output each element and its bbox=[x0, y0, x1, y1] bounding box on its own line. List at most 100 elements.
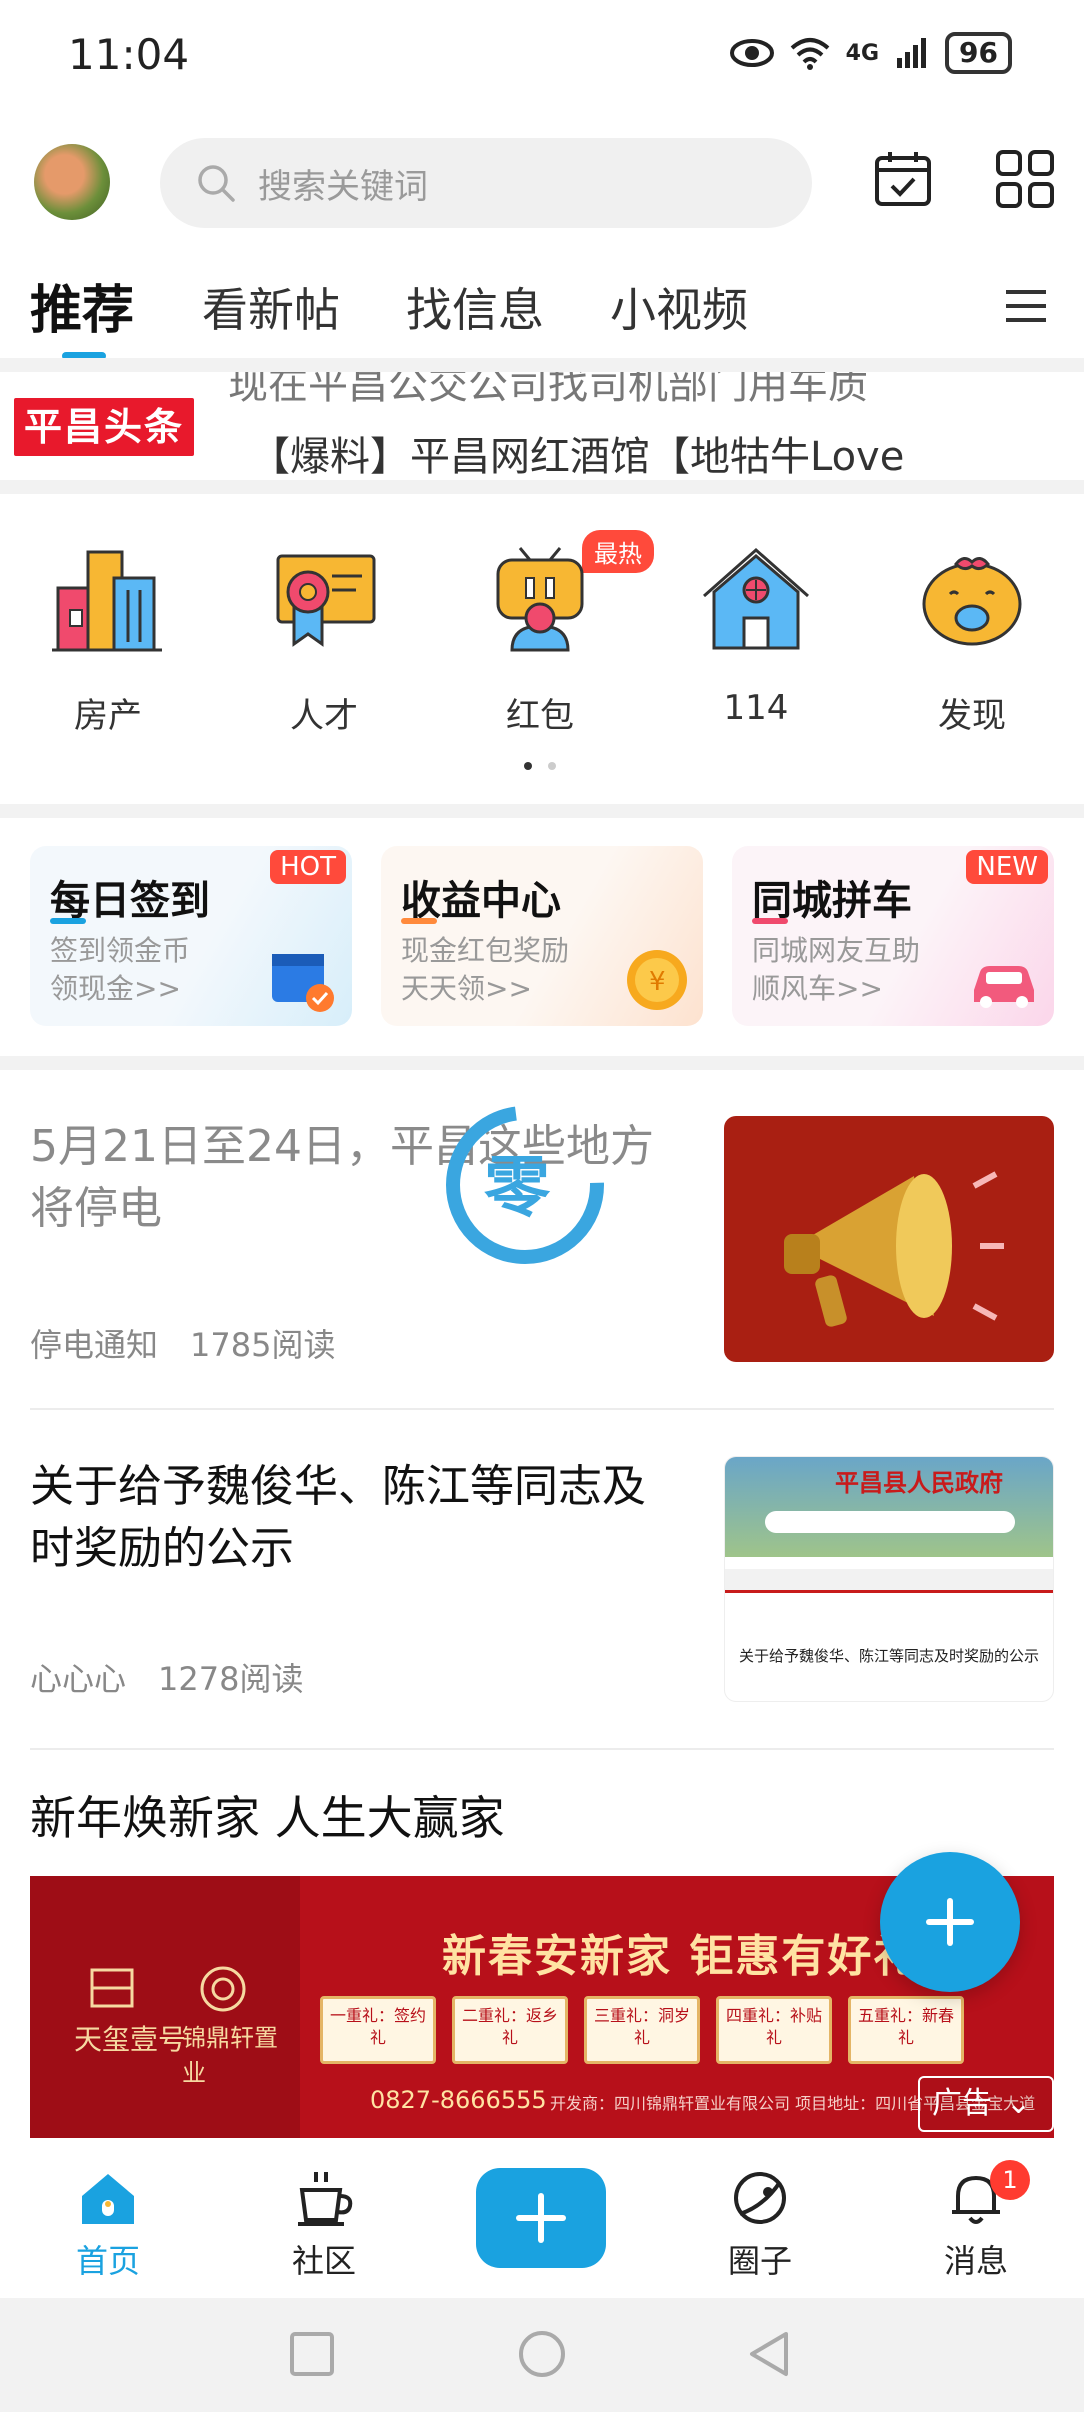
ad-gift: 五重礼：新春礼 bbox=[848, 1996, 964, 2064]
wifi-icon bbox=[790, 38, 829, 70]
ad-gift-row: 一重礼：签约礼 二重礼：返乡礼 三重礼：洞岁礼 四重礼：补贴礼 五重礼：新春礼 bbox=[320, 1996, 964, 2064]
nav-circle[interactable]: 圈子 bbox=[690, 2166, 830, 2282]
card-sub-line: 领现金>> bbox=[50, 972, 181, 1005]
card-subtitle: 现金红包奖励 天天领>> bbox=[401, 932, 621, 1008]
category-label: 红包 bbox=[506, 696, 574, 736]
signal-icon bbox=[897, 38, 927, 68]
card-sub-line: 现金红包奖励 bbox=[401, 934, 570, 967]
ticker-line[interactable]: 【爆料】平昌网红酒馆【地牯牛Love bbox=[250, 424, 904, 480]
news-source: 停电通知 bbox=[30, 1326, 159, 1364]
header: 搜索关键词 bbox=[0, 130, 1084, 240]
ad-gift: 三重礼：洞岁礼 bbox=[584, 1996, 700, 2064]
news-reads: 1278阅读 bbox=[158, 1660, 304, 1698]
nav-publish-button[interactable] bbox=[476, 2168, 606, 2268]
ad-gift: 四重礼：补贴礼 bbox=[716, 1996, 832, 2064]
pig-icon bbox=[922, 557, 1022, 646]
ad-brand-panel: 天玺壹号 锦鼎轩置业 bbox=[30, 1876, 300, 2138]
divider bbox=[0, 804, 1084, 818]
category-label: 114 bbox=[723, 688, 789, 728]
divider bbox=[0, 480, 1084, 494]
nav-label: 圈子 bbox=[727, 2242, 792, 2280]
hamburger-menu-icon[interactable] bbox=[1004, 286, 1048, 326]
home-button-icon[interactable] bbox=[514, 2326, 570, 2382]
back-icon[interactable] bbox=[742, 2326, 798, 2382]
nav-label: 消息 bbox=[943, 2242, 1008, 2280]
category-label: 人才 bbox=[290, 696, 358, 736]
ad-title[interactable]: 新年焕新家 人生大赢家 bbox=[30, 1782, 505, 1848]
unread-badge: 1 bbox=[990, 2160, 1030, 2200]
news-thumbnail[interactable]: 平昌县人民政府 关于给予魏俊华、陈江等同志及时奖励的公示 bbox=[724, 1456, 1054, 1702]
pager-dot bbox=[548, 762, 556, 770]
category-label: 发现 bbox=[938, 696, 1006, 736]
card-sub-line: 同城网友互助 bbox=[752, 934, 921, 967]
network-type: 4G bbox=[845, 40, 880, 66]
tab-find-info[interactable]: 找信息 bbox=[406, 274, 544, 340]
separator bbox=[30, 1408, 1054, 1410]
calendar-check-icon[interactable] bbox=[872, 148, 934, 210]
news-meta: 停电通知 1785阅读 bbox=[30, 1320, 335, 1366]
watermark-logo: 零 bbox=[446, 1106, 604, 1264]
news-meta: 心心心 1278阅读 bbox=[30, 1654, 303, 1700]
battery-indicator: 96 bbox=[945, 32, 1012, 74]
divider bbox=[0, 358, 1084, 372]
ad-gift: 一重礼：签约礼 bbox=[320, 1996, 436, 2064]
coin-icon: ¥ bbox=[627, 950, 687, 1010]
ad-tag-button[interactable]: 广告 ⌄ bbox=[918, 2076, 1054, 2132]
news-item[interactable]: 关于给予魏俊华、陈江等同志及时奖励的公示 心心心 1278阅读 平昌县人民政府 关… bbox=[30, 1456, 1054, 1706]
category-114[interactable]: 114 bbox=[676, 538, 836, 728]
category-real-estate[interactable]: 房产 bbox=[28, 538, 188, 737]
calendar-icon bbox=[272, 954, 334, 1012]
tab-new-posts[interactable]: 看新帖 bbox=[202, 274, 340, 340]
card-underline bbox=[50, 918, 86, 924]
news-reads: 1785阅读 bbox=[190, 1326, 336, 1364]
news-item[interactable]: 5月21日至24日，平昌这些地方将停电 零 停电通知 1785阅读 bbox=[30, 1106, 1054, 1366]
card-sub-line: 签到领金币 bbox=[50, 934, 191, 967]
brand-logo-icon bbox=[200, 1966, 246, 2012]
grid-menu-icon[interactable] bbox=[994, 148, 1056, 210]
news-thumbnail[interactable] bbox=[724, 1116, 1054, 1362]
planet-icon bbox=[734, 2172, 786, 2224]
pager-dots bbox=[524, 762, 556, 770]
news-title[interactable]: 关于给予魏俊华、陈江等同志及时奖励的公示 bbox=[30, 1456, 660, 1580]
pager-dot bbox=[524, 762, 532, 770]
divider bbox=[0, 1056, 1084, 1070]
ad-phone: 0827-8666555 bbox=[370, 2086, 547, 2114]
ad-gift: 二重礼：返乡礼 bbox=[452, 1996, 568, 2064]
card-subtitle: 同城网友互助 顺风车>> bbox=[752, 932, 972, 1008]
red-envelope-icon bbox=[496, 547, 584, 652]
feature-cards: 每日签到 签到领金币 领现金>> HOT 收益中心 现金红包奖励 天天领>> ¥ 同… bbox=[30, 846, 1054, 1026]
category-talent[interactable]: 人才 bbox=[244, 538, 404, 737]
card-underline bbox=[752, 918, 788, 924]
nav-community[interactable]: 社区 bbox=[254, 2166, 394, 2282]
nav-messages[interactable]: 1 消息 bbox=[906, 2160, 1046, 2282]
megaphone-icon bbox=[784, 1171, 1004, 1327]
category-red-envelope[interactable]: 红包 bbox=[460, 538, 620, 737]
hot-badge: HOT bbox=[270, 850, 346, 884]
card-sub-line: 天天领>> bbox=[401, 972, 532, 1005]
search-placeholder: 搜索关键词 bbox=[258, 166, 428, 207]
nav-label: 首页 bbox=[75, 2242, 140, 2280]
card-carpool[interactable]: 同城拼车 同城网友互助 顺风车>> NEW bbox=[732, 846, 1054, 1026]
thumb-site-name: 平昌县人民政府 bbox=[835, 1469, 1003, 1497]
ad-tag-label: 广告 bbox=[932, 2086, 992, 2121]
status-icons: 4G 96 bbox=[729, 32, 1012, 74]
bottom-nav: 首页 社区 圈子 1 消息 bbox=[0, 2140, 1084, 2298]
ad-headline: 新春安新家 钜惠有好礼 bbox=[442, 1931, 920, 1982]
tab-short-video[interactable]: 小视频 bbox=[610, 274, 748, 340]
svg-text:¥: ¥ bbox=[649, 967, 666, 997]
card-income-center[interactable]: 收益中心 现金红包奖励 天天领>> ¥ bbox=[381, 846, 703, 1026]
system-nav-bar bbox=[0, 2298, 1084, 2412]
avatar[interactable] bbox=[34, 144, 110, 220]
recent-apps-icon[interactable] bbox=[284, 2326, 340, 2382]
tab-bar: 推荐 看新帖 找信息 小视频 bbox=[0, 262, 1084, 362]
tab-recommend[interactable]: 推荐 bbox=[30, 268, 134, 343]
floating-add-button[interactable] bbox=[880, 1852, 1020, 1992]
search-bar[interactable]: 搜索关键词 bbox=[160, 138, 812, 228]
card-underline bbox=[401, 918, 437, 924]
category-discover[interactable]: 发现 bbox=[892, 538, 1052, 737]
brand-seal-icon bbox=[90, 1968, 134, 2008]
nav-home[interactable]: 首页 bbox=[38, 2166, 178, 2282]
card-daily-checkin[interactable]: 每日签到 签到领金币 领现金>> HOT bbox=[30, 846, 352, 1026]
ticker-line[interactable]: 现在平昌公交公司找司机部门用车质 bbox=[228, 372, 868, 410]
headline-ticker[interactable]: 平昌头条 现在平昌公交公司找司机部门用车质 【爆料】平昌网红酒馆【地牯牛Love bbox=[0, 372, 1084, 480]
